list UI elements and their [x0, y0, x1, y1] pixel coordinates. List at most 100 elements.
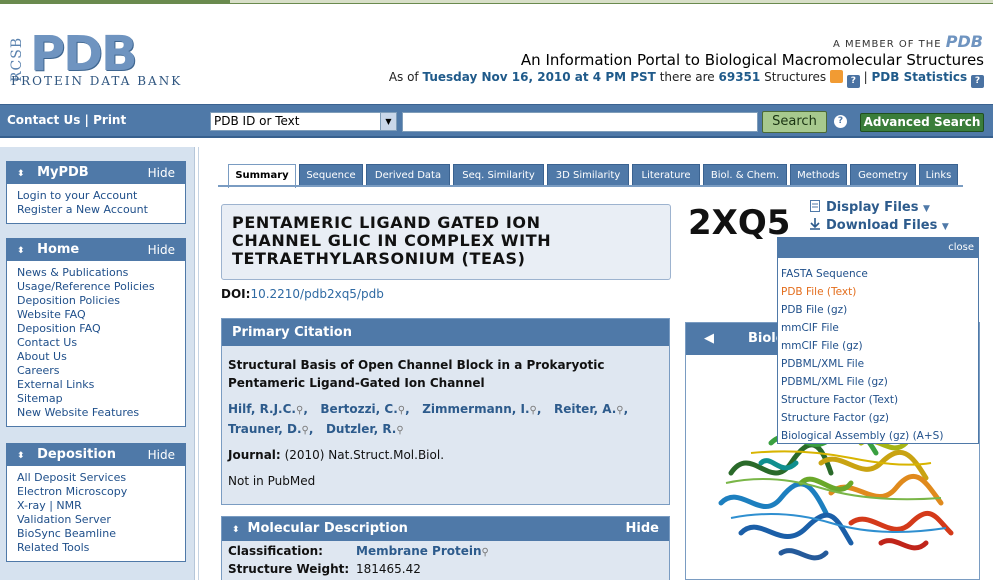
mypdb-hide-link[interactable]: Hide: [148, 162, 175, 184]
sidebar-item-website-faq[interactable]: Website FAQ: [17, 308, 175, 322]
magnifier-icon[interactable]: ⚲: [530, 405, 537, 416]
author-link[interactable]: Dutzler, R.: [326, 422, 396, 436]
tab-derived-data[interactable]: Derived Data: [366, 164, 450, 186]
download-pdb-gz[interactable]: PDB File (gz): [781, 301, 978, 319]
tab-geometry[interactable]: Geometry: [850, 164, 916, 186]
download-icon: [810, 218, 820, 230]
sidebar-item-news[interactable]: News & Publications: [17, 266, 175, 280]
molecular-description-body: Classification: Membrane Protein⚲ Structu…: [222, 541, 669, 580]
mypdb-header[interactable]: ⬍ MyPDB Hide: [7, 162, 185, 184]
download-fasta-sequence[interactable]: FASTA Sequence: [781, 265, 978, 283]
download-pdbml-gz[interactable]: PDBML/XML File (gz): [781, 373, 978, 391]
download-structure-factor-text[interactable]: Structure Factor (Text): [781, 391, 978, 409]
rss-icon[interactable]: [829, 70, 843, 83]
sidebar-item-contact[interactable]: Contact Us: [17, 336, 175, 350]
author-link[interactable]: Hilf, R.J.C.: [228, 402, 296, 416]
caret-down-icon: ▼: [923, 204, 930, 214]
journal-label: Journal:: [228, 448, 281, 462]
expand-collapse-icon: ⬍: [232, 525, 240, 535]
sidebar-item-about[interactable]: About Us: [17, 350, 175, 364]
molecular-hide-link[interactable]: Hide: [626, 517, 659, 541]
contact-us-link[interactable]: Contact Us: [7, 113, 80, 127]
classification-link[interactable]: Membrane Protein: [356, 544, 482, 558]
author-link[interactable]: Trauner, D.: [228, 422, 302, 436]
search-type-select[interactable]: PDB ID or Text ▼: [210, 112, 397, 131]
register-link[interactable]: Register a New Account: [17, 203, 175, 217]
tab-literature[interactable]: Literature: [632, 164, 700, 186]
tab-3d-similarity[interactable]: 3D Similarity: [547, 164, 629, 186]
author-link[interactable]: Bertozzi, C.: [320, 402, 397, 416]
sidebar-item-electron-microscopy[interactable]: Electron Microscopy: [17, 485, 175, 499]
mypdb-title: MyPDB: [37, 165, 89, 180]
dropdown-close-link[interactable]: close: [948, 242, 974, 253]
download-options: FASTA Sequence PDB File (Text) PDB File …: [778, 258, 978, 445]
weight-label: Structure Weight:: [228, 562, 350, 576]
top-strip-light: [230, 0, 993, 3]
download-pdb-text[interactable]: PDB File (Text): [781, 283, 978, 301]
sidebar-item-biosync[interactable]: BioSync Beamline: [17, 527, 175, 541]
download-mmcif[interactable]: mmCIF File: [781, 319, 978, 337]
sidebar-item-deposition-faq[interactable]: Deposition FAQ: [17, 322, 175, 336]
sidebar-item-related-tools[interactable]: Related Tools: [17, 541, 175, 555]
tab-links[interactable]: Links: [919, 164, 958, 186]
home-header[interactable]: ⬍ Home Hide: [7, 239, 185, 261]
magnifier-icon[interactable]: ⚲: [398, 405, 405, 416]
search-help-icon[interactable]: ?: [834, 115, 847, 128]
author-link[interactable]: Zimmermann, I.: [422, 402, 529, 416]
search-button[interactable]: Search: [762, 111, 827, 133]
magnifier-icon[interactable]: ⚲: [396, 425, 403, 436]
sidebar-item-xray-nmr[interactable]: X-ray | NMR: [17, 499, 175, 513]
sidebar-item-new-features[interactable]: New Website Features: [17, 406, 175, 420]
separator: |: [863, 70, 868, 84]
doi-link[interactable]: 10.2210/pdb2xq5/pdb: [250, 287, 383, 301]
structure-title-line: PENTAMERIC LIGAND GATED ION: [232, 213, 541, 232]
tab-seq-similarity[interactable]: Seq. Similarity: [453, 164, 544, 186]
deposition-hide-link[interactable]: Hide: [148, 444, 175, 466]
magnifier-icon[interactable]: ⚲: [616, 405, 623, 416]
expand-collapse-icon: ⬍: [17, 169, 25, 179]
login-link[interactable]: Login to your Account: [17, 189, 175, 203]
pubmed-status: Not in PubMed: [228, 474, 316, 488]
download-mmcif-gz[interactable]: mmCIF File (gz): [781, 337, 978, 355]
molecular-description-title: Molecular Description: [247, 521, 408, 536]
author-link[interactable]: Reiter, A.: [554, 402, 616, 416]
deposition-header[interactable]: ⬍ Deposition Hide: [7, 444, 185, 466]
download-pdbml[interactable]: PDBML/XML File: [781, 355, 978, 373]
expand-collapse-icon: ⬍: [17, 246, 25, 256]
pdb-statistics-link[interactable]: PDB Statistics: [872, 70, 968, 84]
tab-underline: [218, 185, 963, 187]
stats-help-icon[interactable]: ?: [971, 75, 984, 88]
download-files-menu[interactable]: Download Files ▼: [810, 218, 949, 233]
sidebar-item-all-deposit[interactable]: All Deposit Services: [17, 471, 175, 485]
magnifier-icon[interactable]: ⚲: [296, 405, 303, 416]
left-sidebar: ⬍ MyPDB Hide Login to your Account Regis…: [0, 147, 195, 580]
home-hide-link[interactable]: Hide: [148, 239, 175, 261]
advanced-search-button[interactable]: Advanced Search: [860, 113, 984, 132]
previous-arrow-icon[interactable]: ◀: [704, 323, 714, 355]
pdb-id: 2XQ5: [688, 203, 791, 243]
pdb-logo[interactable]: PDB: [30, 30, 138, 78]
search-input[interactable]: [402, 112, 758, 132]
sidebar-item-deposition-policies[interactable]: Deposition Policies: [17, 294, 175, 308]
help-icon[interactable]: ?: [846, 75, 860, 88]
sidebar-item-validation[interactable]: Validation Server: [17, 513, 175, 527]
sidebar-item-careers[interactable]: Careers: [17, 364, 175, 378]
sidebar-item-external-links[interactable]: External Links: [17, 378, 175, 392]
tab-sequence[interactable]: Sequence: [299, 164, 363, 186]
member-of-wwpdb[interactable]: A MEMBER OF THE PDB: [833, 32, 983, 51]
sidebar-item-sitemap[interactable]: Sitemap: [17, 392, 175, 406]
display-files-menu[interactable]: Display Files ▼: [810, 200, 930, 215]
tab-biol-chem[interactable]: Biol. & Chem.: [703, 164, 787, 186]
download-files-label: Download Files: [826, 218, 938, 233]
print-link[interactable]: Print: [93, 113, 126, 127]
download-structure-factor-gz[interactable]: Structure Factor (gz): [781, 409, 978, 427]
status-line: As of Tuesday Nov 16, 2010 at 4 PM PST t…: [389, 70, 984, 88]
magnifier-icon[interactable]: ⚲: [302, 425, 309, 436]
download-biological-assembly[interactable]: Biological Assembly (gz) (A+S): [781, 427, 978, 445]
sidebar-item-usage[interactable]: Usage/Reference Policies: [17, 280, 175, 294]
tab-methods[interactable]: Methods: [790, 164, 847, 186]
magnifier-icon[interactable]: ⚲: [482, 547, 489, 558]
search-navbar: Contact Us | Print PDB ID or Text ▼ Sear…: [0, 104, 993, 138]
chevron-down-icon[interactable]: ▼: [380, 113, 396, 130]
nav-links: Contact Us | Print: [7, 113, 126, 127]
